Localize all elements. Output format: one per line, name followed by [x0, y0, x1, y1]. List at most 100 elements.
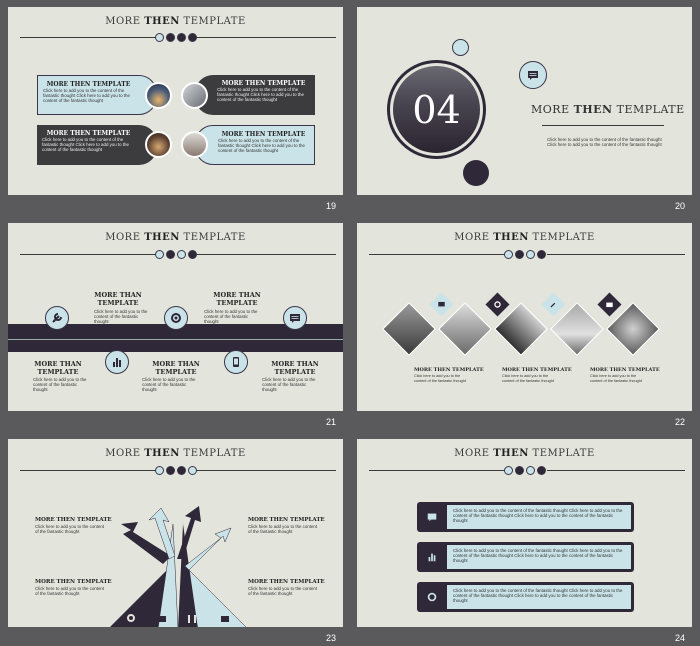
block-heading: MORE THEN TEMPLATE: [248, 579, 325, 585]
divider: [369, 470, 504, 471]
bar-text: Click here to add you to the content of …: [453, 548, 623, 564]
divider: [20, 470, 160, 471]
box-heading: MORE THEN TEMPLATE: [221, 80, 306, 87]
slide-number-23: 23: [326, 633, 337, 643]
step-text: Click here to add you to the content of …: [262, 377, 316, 393]
chat-icon: [283, 306, 307, 330]
divider: [191, 37, 336, 38]
divider: [20, 254, 160, 255]
caption-heading: MORE THEN TEMPLATE: [414, 367, 484, 373]
caption-heading: MORE THEN TEMPLATE: [502, 367, 572, 373]
divider: [542, 125, 664, 126]
caption-text: Click here to add you to the content of …: [502, 374, 554, 383]
block-heading: MORE THEN TEMPLATE: [35, 517, 112, 523]
arrows-graphic: [110, 506, 247, 627]
step-heading: MORE THAN TEMPLATE: [94, 291, 142, 307]
divider: [191, 254, 336, 255]
step-text: Click here to add you to the content of …: [142, 377, 196, 393]
gear-icon: [127, 614, 135, 622]
slide-title: MORE THEN TEMPLATE: [454, 448, 595, 459]
gear-icon: [427, 592, 437, 602]
box-text: Click here to add you to the content of …: [218, 138, 305, 154]
chat-icon: [427, 513, 437, 522]
chat-icon: [158, 616, 166, 622]
box-heading: MORE THEN TEMPLATE: [46, 81, 131, 88]
box-text: Click here to add you to the content of …: [217, 87, 304, 103]
divider: [191, 470, 336, 471]
slide-19[interactable]: MORE THEN TEMPLATE MORE THEN TEMPLATE Cl…: [8, 7, 343, 195]
block-text: Click here to add you to the content of …: [35, 586, 105, 597]
list-bar: Click here to add you to the content of …: [417, 502, 634, 532]
divider: [547, 254, 685, 255]
briefcase-icon: [221, 616, 229, 622]
step-heading: MORE THAN TEMPLATE: [271, 360, 319, 376]
briefcase-icon: [597, 292, 622, 317]
list-bar: Click here to add you to the content of …: [417, 542, 634, 572]
slide-number-21: 21: [326, 417, 337, 427]
step-text: Click here to add you to the content of …: [33, 377, 87, 393]
chat-icon: [429, 292, 454, 317]
chart-icon: [105, 350, 129, 374]
box-text: Click here to add you to the content of …: [42, 137, 129, 153]
dots: [155, 250, 197, 259]
phone-icon: [224, 350, 248, 374]
body-text: Click here to add you to the content of …: [547, 137, 662, 148]
slide-24[interactable]: MORE THEN TEMPLATE Click here to add you…: [357, 439, 692, 627]
caption-text: Click here to add you to the content of …: [590, 374, 642, 383]
list-bar: Click here to add you to the content of …: [417, 582, 634, 612]
chart-icon: [188, 615, 196, 623]
dots: [504, 250, 546, 259]
photo: [145, 82, 172, 109]
slide-title: MORE THEN TEMPLATE: [531, 103, 685, 116]
box-heading: MORE THEN TEMPLATE: [46, 130, 131, 137]
divider: [20, 37, 160, 38]
text-box: MORE THEN TEMPLATE Click here to add you…: [37, 125, 157, 165]
decor-circle: [452, 39, 469, 56]
dots: [155, 33, 197, 42]
bar-text: Click here to add you to the content of …: [453, 508, 623, 524]
block-heading: MORE THEN TEMPLATE: [248, 517, 325, 523]
slide-title: MORE THEN TEMPLATE: [105, 448, 246, 459]
text-box: MORE THEN TEMPLATE Click here to add you…: [195, 125, 315, 165]
slide-number-22: 22: [675, 417, 686, 427]
divider: [369, 254, 504, 255]
photo: [145, 131, 172, 158]
slide-title: MORE THEN TEMPLATE: [454, 232, 595, 243]
decor-circle: [463, 160, 489, 186]
slide-number-19: 19: [326, 201, 337, 211]
slide-number-20: 20: [675, 201, 686, 211]
chat-icon: [519, 61, 547, 89]
step-heading: MORE THAN TEMPLATE: [34, 360, 82, 376]
slide-20[interactable]: 04 MORE THEN TEMPLATE Click here to add …: [357, 7, 692, 195]
step-heading: MORE THAN TEMPLATE: [152, 360, 200, 376]
gear-icon: [485, 292, 510, 317]
slide-21[interactable]: MORE THEN TEMPLATE MORE THAN TEMPLATE Cl…: [8, 223, 343, 411]
city-photo: 04: [393, 66, 480, 153]
text-box: MORE THEN TEMPLATE Click here to add you…: [195, 75, 315, 115]
block-text: Click here to add you to the content of …: [248, 524, 318, 535]
slide-title: MORE THEN TEMPLATE: [105, 232, 246, 243]
timeline-line: [8, 339, 343, 340]
gear-icon: [164, 306, 188, 330]
chart-icon: [428, 553, 436, 562]
wrench-icon: [541, 292, 566, 317]
photo: [181, 82, 208, 109]
dots: [504, 466, 546, 475]
caption-text: Click here to add you to the content of …: [414, 374, 466, 383]
dots: [155, 466, 197, 475]
divider: [547, 470, 685, 471]
block-text: Click here to add you to the content of …: [35, 524, 105, 535]
number-circle: 04: [387, 60, 486, 159]
step-text: Click here to add you to the content of …: [94, 309, 148, 325]
photo: [181, 131, 208, 158]
slide-number-24: 24: [675, 633, 686, 643]
step-text: Click here to add you to the content of …: [204, 309, 258, 325]
block-text: Click here to add you to the content of …: [248, 586, 318, 597]
box-heading: MORE THEN TEMPLATE: [221, 131, 306, 138]
wrench-icon: [45, 306, 69, 330]
box-text: Click here to add you to the content of …: [43, 88, 130, 104]
slide-23[interactable]: MORE THEN TEMPLATE MORE THEN TEMPLATE Cl…: [8, 439, 343, 627]
slide-title: MORE THEN TEMPLATE: [105, 16, 246, 27]
slide-22[interactable]: MORE THEN TEMPLATE MORE THEN TEMPLATE Cl…: [357, 223, 692, 411]
bar-text: Click here to add you to the content of …: [453, 588, 623, 604]
